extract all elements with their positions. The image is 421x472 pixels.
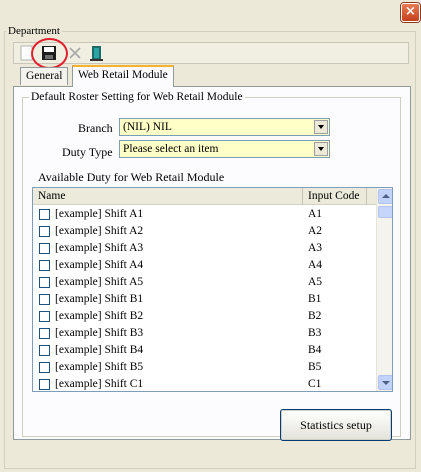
list-item[interactable]: [example] Shift A3 A3 — [33, 240, 376, 257]
list-item[interactable]: [example] Shift B3 B3 — [33, 325, 376, 342]
tab-web-retail-module[interactable]: Web Retail Module — [72, 65, 174, 87]
row-name: [example] Shift B3 — [55, 327, 144, 339]
column-header-name[interactable]: Name — [33, 188, 303, 205]
row-name: [example] Shift B4 — [55, 344, 144, 356]
row-input-code: A2 — [308, 225, 323, 237]
vertical-scrollbar[interactable] — [376, 188, 392, 391]
scroll-down-icon[interactable] — [378, 375, 392, 390]
list-header: Name Input Code — [33, 188, 376, 205]
list-item[interactable]: [example] Shift A1 A1 — [33, 206, 376, 223]
branch-label: Branch — [78, 121, 113, 135]
row-name: [example] Shift B1 — [55, 293, 144, 305]
row-checkbox[interactable] — [39, 362, 50, 373]
roster-legend: Default Roster Setting for Web Retail Mo… — [29, 90, 245, 104]
row-checkbox[interactable] — [39, 379, 50, 390]
department-legend: Department — [6, 24, 62, 38]
chevron-down-icon[interactable] — [314, 142, 328, 156]
row-checkbox[interactable] — [39, 345, 50, 356]
list-rows: [example] Shift A1 A1 [example] Shift A2 A2… — [33, 206, 376, 391]
row-input-code: A5 — [308, 276, 323, 288]
row-input-code: B1 — [308, 293, 322, 305]
row-input-code: A1 — [308, 208, 323, 220]
available-duty-label: Available Duty for Web Retail Module — [38, 170, 225, 184]
duty-list[interactable]: Name Input Code [example] Shift A1 A1 [exa… — [32, 187, 393, 392]
list-item[interactable]: [example] Shift B5 B5 — [33, 359, 376, 376]
row-checkbox[interactable] — [39, 243, 50, 254]
row-input-code: A3 — [308, 242, 323, 254]
row-checkbox[interactable] — [39, 260, 50, 271]
row-input-code: C1 — [308, 378, 322, 390]
row-name: [example] Shift A2 — [55, 225, 144, 237]
row-name: [example] Shift A5 — [55, 276, 144, 288]
list-item[interactable]: [example] Shift B2 B2 — [33, 308, 376, 325]
row-checkbox[interactable] — [39, 294, 50, 305]
list-item[interactable]: [example] Shift A5 A5 — [33, 274, 376, 291]
branch-value: (NIL) NIL — [123, 121, 172, 133]
row-checkbox[interactable] — [39, 311, 50, 322]
delete-icon[interactable] — [66, 44, 84, 62]
close-button[interactable]: × — [401, 3, 420, 22]
list-item[interactable]: [example] Shift B4 B4 — [33, 342, 376, 359]
scroll-thumb[interactable] — [378, 206, 392, 218]
row-checkbox[interactable] — [39, 226, 50, 237]
row-input-code: B3 — [308, 327, 322, 339]
row-checkbox[interactable] — [39, 209, 50, 220]
chevron-down-icon[interactable] — [314, 120, 328, 134]
row-input-code: A4 — [308, 259, 323, 271]
row-name: [example] Shift A1 — [55, 208, 144, 220]
list-item[interactable]: [example] Shift B1 B1 — [33, 291, 376, 308]
duty-type-label: Duty Type — [62, 145, 113, 159]
highlight-circle — [31, 38, 68, 69]
row-name: [example] Shift A3 — [55, 242, 144, 254]
duty-type-value: Please select an item — [123, 143, 219, 155]
row-name: [example] Shift B5 — [55, 361, 144, 373]
branch-select[interactable]: (NIL) NIL — [119, 118, 330, 136]
scroll-up-icon[interactable] — [378, 189, 392, 204]
exit-door-icon[interactable] — [88, 44, 106, 62]
row-input-code: B4 — [308, 344, 322, 356]
title-bar — [0, 0, 421, 24]
column-header-input-code[interactable]: Input Code — [303, 188, 367, 205]
row-name: [example] Shift B2 — [55, 310, 144, 322]
list-item[interactable]: [example] Shift C1 C1 — [33, 376, 376, 391]
row-checkbox[interactable] — [39, 277, 50, 288]
row-input-code: B5 — [308, 361, 322, 373]
duty-type-select[interactable]: Please select an item — [119, 140, 330, 158]
list-item[interactable]: [example] Shift A2 A2 — [33, 223, 376, 240]
list-item[interactable]: [example] Shift A4 A4 — [33, 257, 376, 274]
statistics-setup-button[interactable]: Statistics setup — [280, 409, 392, 441]
row-name: [example] Shift A4 — [55, 259, 144, 271]
row-checkbox[interactable] — [39, 328, 50, 339]
tab-general[interactable]: General — [20, 67, 69, 85]
row-name: [example] Shift C1 — [55, 378, 144, 390]
row-input-code: B2 — [308, 310, 322, 322]
